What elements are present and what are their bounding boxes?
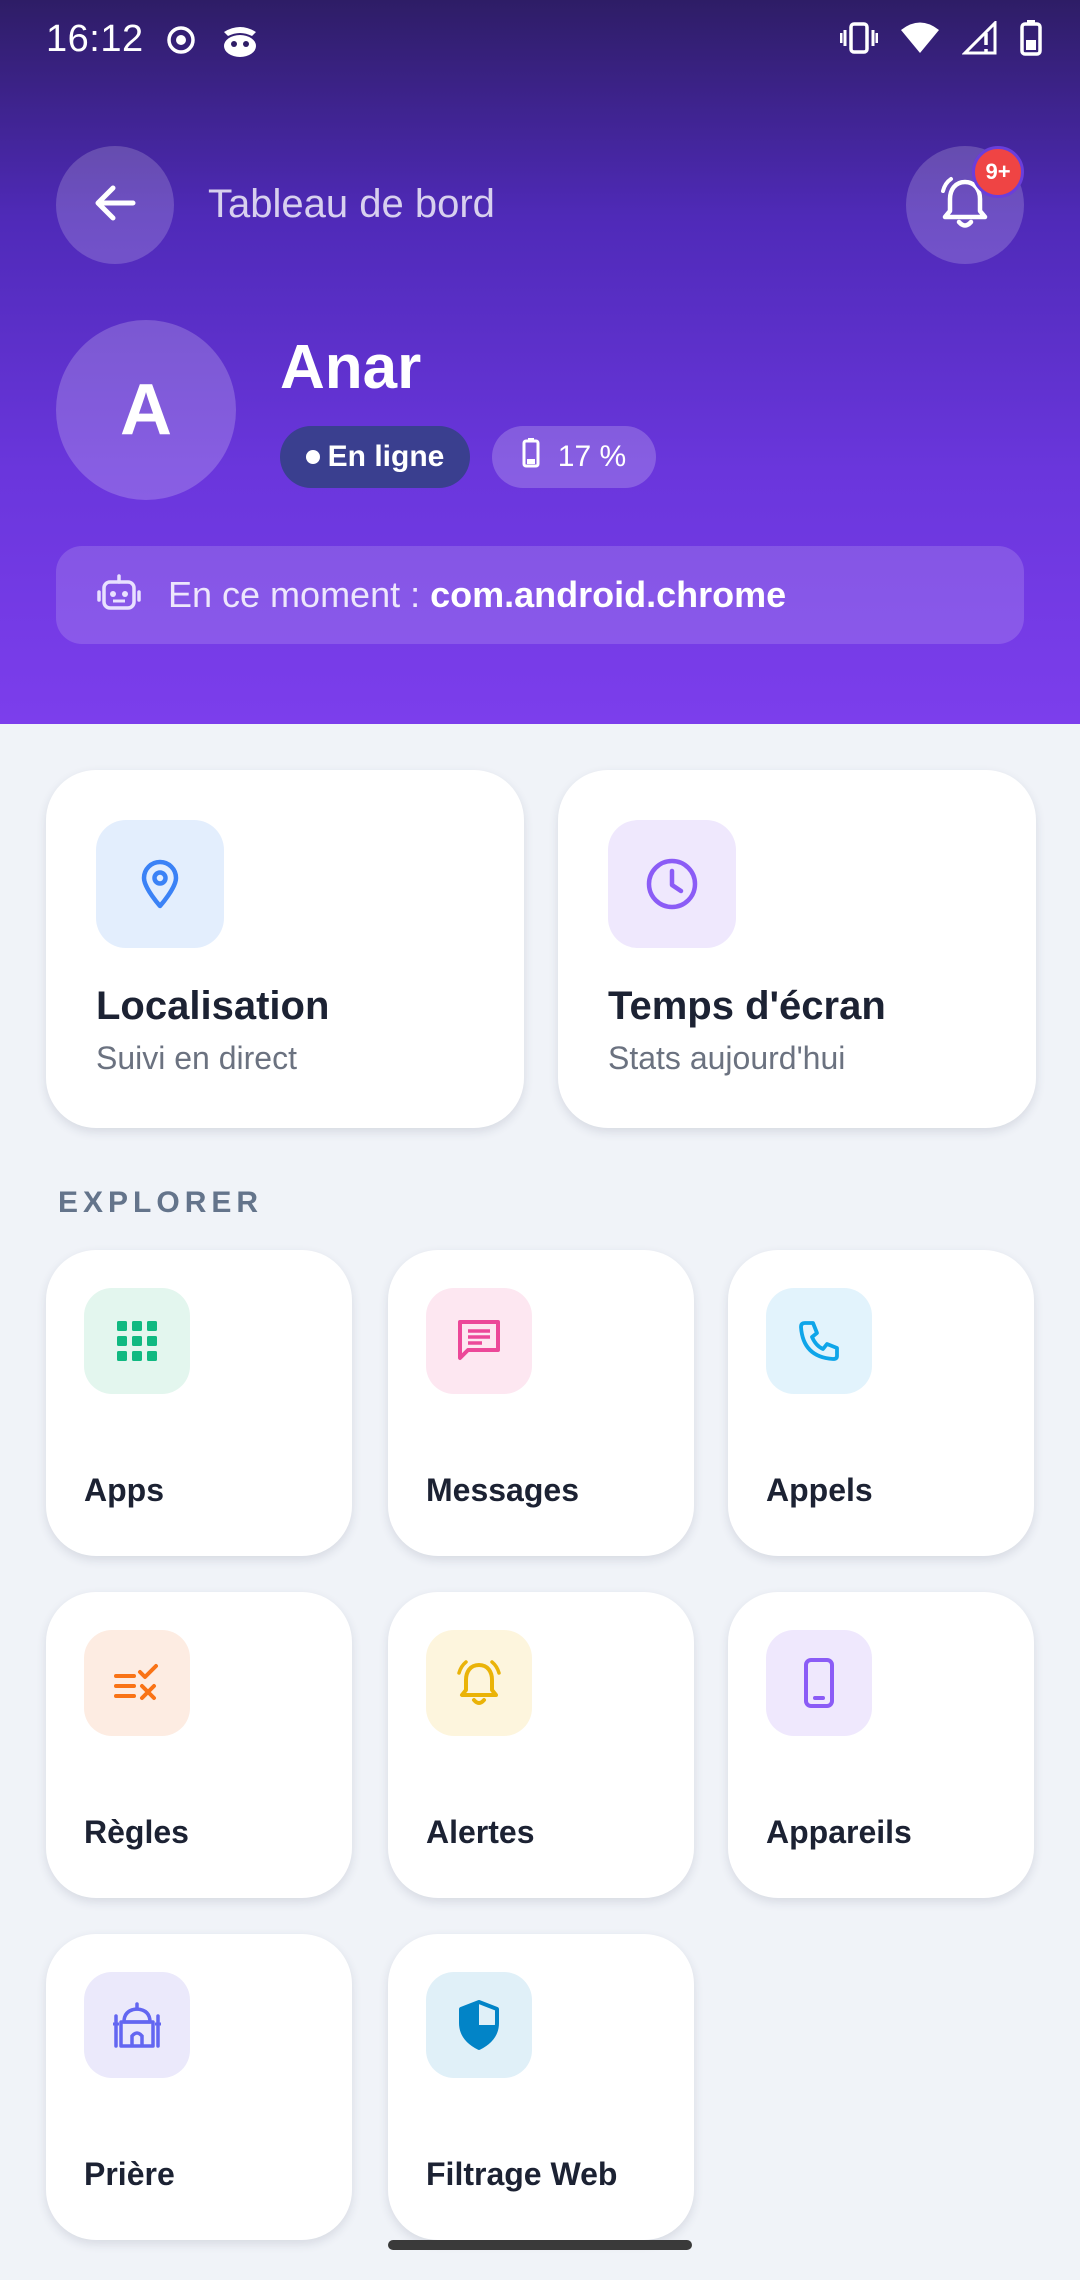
home-indicator[interactable] (388, 2240, 692, 2250)
battery-level-icon (522, 438, 558, 476)
phone-icon (766, 1288, 872, 1394)
tile-label: Règles (84, 1814, 189, 1850)
card-subtitle: Stats aujourd'hui (608, 1040, 846, 1076)
clock-icon (608, 820, 736, 948)
tile-alerts[interactable]: Alertes (388, 1592, 694, 1898)
signal-icon (961, 19, 998, 60)
current-activity-label: En ce moment : (168, 574, 431, 615)
arrow-left-icon (89, 177, 141, 234)
card-title: Temps d'écran (608, 984, 886, 1028)
notification-badge: 9+ (972, 146, 1024, 198)
current-activity: En ce moment : com.android.chrome (56, 546, 1024, 644)
tile-label: Messages (426, 1472, 579, 1508)
tile-label: Prière (84, 2156, 175, 2192)
radio-icon (166, 25, 196, 60)
section-title-explorer: EXPLORER (58, 1186, 264, 1219)
battery-icon (1020, 20, 1042, 61)
tile-label: Appareils (766, 1814, 912, 1850)
tile-messages[interactable]: Messages (388, 1250, 694, 1556)
current-app: com.android.chrome (430, 574, 787, 615)
tile-label: Alertes (426, 1814, 535, 1850)
rules-icon (84, 1630, 190, 1736)
vibrate-icon (839, 21, 879, 60)
robot-icon (96, 572, 142, 618)
tile-rules[interactable]: Règles (46, 1592, 352, 1898)
tile-devices[interactable]: Appareils (728, 1592, 1034, 1898)
status-time: 16:12 (46, 18, 144, 60)
tile-prayer[interactable]: Prière (46, 1934, 352, 2240)
avatar: A (56, 320, 236, 500)
battery-badge: 17 % (492, 426, 656, 488)
status-badge: En ligne (280, 426, 470, 488)
online-dot-icon (305, 450, 320, 464)
battery-level: 17 % (557, 440, 627, 473)
profile-name: Anar (280, 333, 422, 402)
card-screen-time[interactable]: Temps d'écran Stats aujourd'hui (558, 770, 1036, 1128)
tile-label: Appels (766, 1472, 873, 1508)
status-label: En ligne (327, 440, 445, 473)
back-button[interactable] (56, 146, 174, 264)
wifi-icon (900, 21, 940, 60)
shield-icon (426, 1972, 532, 2078)
alarm-icon (426, 1630, 532, 1736)
message-icon (426, 1288, 532, 1394)
tile-web-filter[interactable]: Filtrage Web (388, 1934, 694, 2240)
app-mascot-icon (218, 20, 262, 65)
tile-apps[interactable]: Apps (46, 1250, 352, 1556)
smartphone-icon (766, 1630, 872, 1736)
mosque-icon (84, 1972, 190, 2078)
card-title: Localisation (96, 984, 330, 1028)
location-pin-icon (96, 820, 224, 948)
card-location[interactable]: Localisation Suivi en direct (46, 770, 524, 1128)
status-bar: 16:12 (0, 0, 1080, 80)
card-subtitle: Suivi en direct (96, 1040, 297, 1076)
tile-label: Filtrage Web (426, 2156, 618, 2192)
grid-icon (84, 1288, 190, 1394)
tile-label: Apps (84, 1472, 164, 1508)
tile-calls[interactable]: Appels (728, 1250, 1034, 1556)
page-title: Tableau de bord (208, 182, 495, 226)
